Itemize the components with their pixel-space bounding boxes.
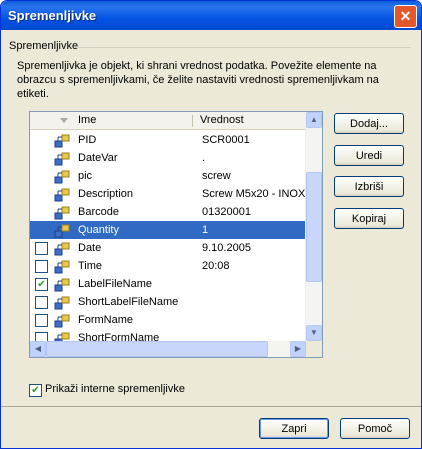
list-item[interactable]: Barcode 01320001 — [30, 203, 306, 221]
variable-icon — [54, 204, 70, 220]
list-item[interactable]: PID SCR0001 — [30, 131, 306, 149]
variable-icon — [54, 258, 70, 274]
variable-icon — [54, 276, 70, 292]
sort-arrow-icon[interactable] — [60, 118, 68, 123]
variable-value: 20:08 — [202, 260, 230, 272]
variable-name: Quantity — [78, 224, 119, 236]
variable-name: FormName — [78, 314, 134, 326]
variables-dialog: Spremenljivke ✕ Spremenljivke Spremenlji… — [0, 0, 422, 449]
column-header-value[interactable]: Vrednost — [200, 112, 244, 129]
variable-value: 01320001 — [202, 206, 251, 218]
variable-value: Screw M5x20 - INOX — [202, 188, 306, 200]
variable-icon — [54, 150, 70, 166]
scroll-left-icon[interactable]: ◀ — [30, 341, 46, 357]
variable-icon — [54, 312, 70, 328]
title-bar[interactable]: Spremenljivke ✕ — [1, 1, 421, 30]
variable-value: 9.10.2005 — [202, 242, 251, 254]
vertical-scroll-thumb[interactable] — [306, 172, 322, 282]
description-text: Spremenljivka je objekt, ki shrani vredn… — [17, 60, 379, 100]
variable-name: Description — [78, 188, 134, 200]
horizontal-scrollbar[interactable]: ◀ ▶ — [30, 341, 306, 357]
add-button[interactable]: Dodaj... — [334, 113, 404, 134]
variables-list[interactable]: Ime Vrednost PID SCR0001 DateVar. pic screw D… — [29, 111, 323, 358]
list-item[interactable]: pic screw — [30, 167, 306, 185]
copy-button[interactable]: Kopiraj — [334, 208, 404, 229]
variable-checkbox[interactable] — [35, 296, 48, 309]
variable-icon — [54, 168, 70, 184]
variable-name: DateVar — [78, 152, 118, 164]
list-item[interactable]: ✔ LabelFileName — [30, 275, 306, 293]
variable-icon — [54, 186, 70, 202]
list-item[interactable]: Date 9.10.2005 — [30, 239, 306, 257]
show-internal-label[interactable]: Prikaži interne spremenljivke — [45, 383, 185, 395]
bottom-divider — [1, 406, 421, 407]
variable-value: screw — [202, 170, 231, 182]
horizontal-scroll-thumb[interactable] — [46, 341, 268, 357]
variable-icon — [54, 132, 70, 148]
scroll-down-icon[interactable]: ▼ — [306, 325, 322, 341]
edit-button[interactable]: Uredi — [334, 145, 404, 166]
variable-name: Barcode — [78, 206, 119, 218]
variable-name: Time — [78, 260, 103, 272]
group-divider — [75, 47, 411, 48]
variable-value: 1 — [202, 224, 209, 236]
variable-name: pic — [78, 170, 93, 182]
list-item[interactable]: Time 20:08 — [30, 257, 306, 275]
list-header: Ime Vrednost — [30, 112, 306, 130]
variable-icon — [54, 294, 70, 310]
scrollbar-corner — [306, 341, 322, 357]
list-item[interactable]: ShortLabelFileName — [30, 293, 306, 311]
show-internal-checkbox[interactable]: ✔ — [29, 384, 42, 397]
list-item[interactable]: Quantity 1 — [30, 221, 306, 239]
window-title: Spremenljivke — [8, 8, 97, 23]
variable-name: ShortLabelFileName — [78, 296, 179, 308]
list-item[interactable]: DateVar. — [30, 149, 306, 167]
variable-icon — [54, 222, 70, 238]
scroll-up-icon[interactable]: ▲ — [306, 112, 322, 128]
vertical-scrollbar[interactable]: ▲ ▼ — [305, 112, 322, 341]
group-label: Spremenljivke — [9, 40, 79, 52]
help-button[interactable]: Pomoč — [340, 418, 410, 439]
variable-checkbox[interactable]: ✔ — [35, 278, 48, 291]
list-item[interactable]: Description Screw M5x20 - INOX — [30, 185, 306, 203]
scroll-right-icon[interactable]: ▶ — [290, 341, 306, 357]
variable-value: . — [202, 152, 206, 164]
list-item[interactable]: FormName — [30, 311, 306, 329]
column-separator[interactable] — [192, 115, 193, 127]
column-header-name[interactable]: Ime — [78, 112, 96, 129]
variable-checkbox[interactable] — [35, 314, 48, 327]
variable-checkbox[interactable] — [35, 260, 48, 273]
variable-name: Date — [78, 242, 102, 254]
variable-checkbox[interactable] — [35, 242, 48, 255]
variable-value: SCR0001 — [202, 134, 250, 146]
variable-name: PID — [78, 134, 97, 146]
delete-button[interactable]: Izbriši — [334, 176, 404, 197]
variable-icon — [54, 240, 70, 256]
variable-name: LabelFileName — [78, 278, 152, 290]
close-icon[interactable]: ✕ — [394, 5, 417, 28]
close-button[interactable]: Zapri — [259, 418, 329, 439]
